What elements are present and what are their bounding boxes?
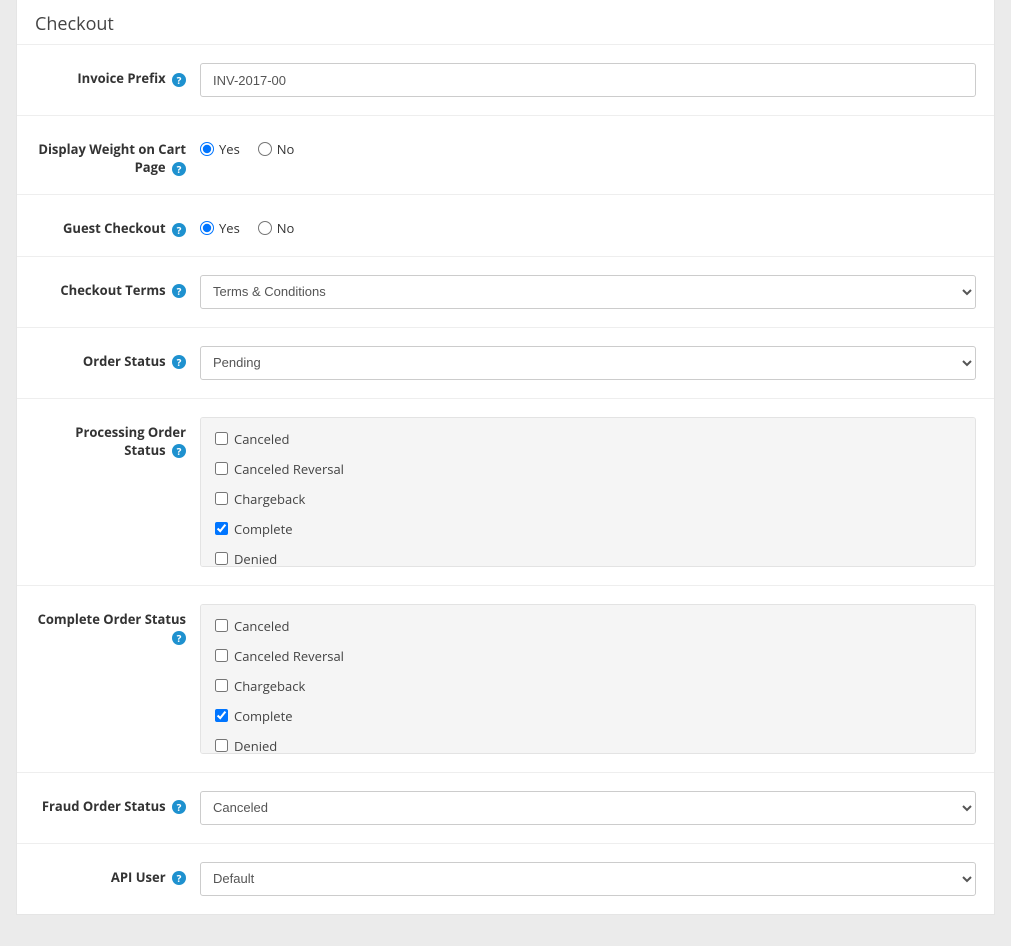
checkbox-item[interactable]: Denied bbox=[215, 550, 961, 567]
checkbox-label: Chargeback bbox=[234, 677, 305, 695]
checkbox-label: Canceled Reversal bbox=[234, 647, 344, 665]
checkbox-input[interactable] bbox=[215, 709, 228, 722]
label-fraud-order-status: Fraud Order Status bbox=[42, 797, 166, 815]
help-icon[interactable]: ? bbox=[172, 871, 186, 885]
checkout-terms-select[interactable]: Terms & Conditions bbox=[200, 275, 976, 309]
invoice-prefix-input[interactable] bbox=[200, 63, 976, 97]
checkout-settings-panel: Checkout Invoice Prefix ? Display Weight… bbox=[16, 0, 995, 915]
checkbox-item[interactable]: Canceled bbox=[215, 617, 961, 635]
checkbox-label: Denied bbox=[234, 550, 277, 567]
checkbox-input[interactable] bbox=[215, 492, 228, 505]
checkbox-label: Canceled bbox=[234, 617, 289, 635]
label-guest-checkout: Guest Checkout bbox=[63, 219, 166, 237]
checkbox-item[interactable]: Canceled Reversal bbox=[215, 647, 961, 665]
checkbox-item[interactable]: Chargeback bbox=[215, 677, 961, 695]
checkbox-input[interactable] bbox=[215, 649, 228, 662]
row-checkout-terms: Checkout Terms ? Terms & Conditions bbox=[17, 257, 994, 328]
checkbox-input[interactable] bbox=[215, 679, 228, 692]
help-icon[interactable]: ? bbox=[172, 800, 186, 814]
guest-checkout-no[interactable]: No bbox=[258, 219, 295, 237]
fraud-order-status-select[interactable]: Canceled bbox=[200, 791, 976, 825]
checkbox-input[interactable] bbox=[215, 552, 228, 565]
label-processing-order-status: Processing Order Status bbox=[75, 423, 186, 459]
row-complete-order-status: Complete Order Status ? CanceledCanceled… bbox=[17, 586, 994, 773]
row-display-weight: Display Weight on Cart Page ? Yes No bbox=[17, 116, 994, 195]
checkbox-input[interactable] bbox=[215, 432, 228, 445]
display-weight-no[interactable]: No bbox=[258, 140, 295, 158]
row-fraud-order-status: Fraud Order Status ? Canceled bbox=[17, 773, 994, 844]
row-api-user: API User ? Default bbox=[17, 844, 994, 914]
checkbox-label: Chargeback bbox=[234, 490, 305, 508]
label-complete-order-status: Complete Order Status bbox=[38, 610, 186, 628]
checkbox-label: Canceled Reversal bbox=[234, 460, 344, 478]
label-invoice-prefix: Invoice Prefix bbox=[77, 69, 165, 87]
label-order-status: Order Status bbox=[83, 352, 166, 370]
complete-order-status-list[interactable]: Canceled Canceled Reversal Chargeback Compl… bbox=[200, 604, 976, 754]
checkbox-item[interactable]: Complete bbox=[215, 707, 961, 725]
checkbox-item[interactable]: Canceled Reversal bbox=[215, 460, 961, 478]
help-icon[interactable]: ? bbox=[172, 162, 186, 176]
checkbox-label: Canceled bbox=[234, 430, 289, 448]
help-icon[interactable]: ? bbox=[172, 284, 186, 298]
guest-checkout-yes[interactable]: Yes bbox=[200, 219, 240, 237]
checkbox-input[interactable] bbox=[215, 522, 228, 535]
row-guest-checkout: Guest Checkout ? Yes No bbox=[17, 195, 994, 256]
checkbox-item[interactable]: Chargeback bbox=[215, 490, 961, 508]
api-user-select[interactable]: Default bbox=[200, 862, 976, 896]
checkbox-input[interactable] bbox=[215, 619, 228, 632]
help-icon[interactable]: ? bbox=[172, 631, 186, 645]
label-display-weight: Display Weight on Cart Page bbox=[38, 140, 186, 176]
checkbox-label: Denied bbox=[234, 737, 277, 754]
checkbox-label: Complete bbox=[234, 520, 293, 538]
checkbox-input[interactable] bbox=[215, 462, 228, 475]
help-icon[interactable]: ? bbox=[172, 223, 186, 237]
help-icon[interactable]: ? bbox=[172, 73, 186, 87]
label-checkout-terms: Checkout Terms bbox=[60, 281, 165, 299]
processing-order-status-list[interactable]: Canceled Canceled Reversal Chargeback Compl… bbox=[200, 417, 976, 567]
display-weight-yes[interactable]: Yes bbox=[200, 140, 240, 158]
checkbox-item[interactable]: Denied bbox=[215, 737, 961, 754]
checkbox-item[interactable]: Complete bbox=[215, 520, 961, 538]
order-status-select[interactable]: Pending bbox=[200, 346, 976, 380]
checkbox-label: Complete bbox=[234, 707, 293, 725]
row-processing-order-status: Processing Order Status ? CanceledCancel… bbox=[17, 399, 994, 586]
row-invoice-prefix: Invoice Prefix ? bbox=[17, 45, 994, 116]
checkbox-input[interactable] bbox=[215, 739, 228, 752]
help-icon[interactable]: ? bbox=[172, 355, 186, 369]
help-icon[interactable]: ? bbox=[172, 444, 186, 458]
label-api-user: API User bbox=[111, 868, 166, 886]
row-order-status: Order Status ? Pending bbox=[17, 328, 994, 399]
checkbox-item[interactable]: Canceled bbox=[215, 430, 961, 448]
section-title: Checkout bbox=[17, 0, 994, 45]
